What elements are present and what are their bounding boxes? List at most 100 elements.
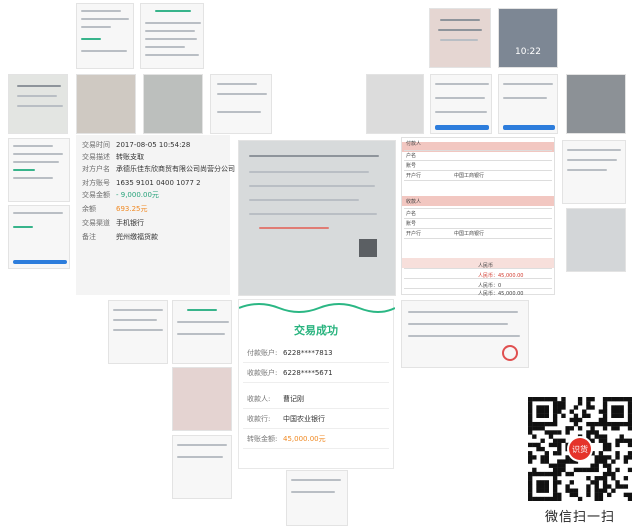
qr-module — [615, 421, 620, 427]
qr-module — [602, 426, 608, 431]
qr-module — [615, 442, 620, 448]
slip-cell: 开户行 — [406, 231, 422, 237]
qr-module — [594, 488, 599, 493]
qr-module — [528, 401, 533, 406]
qr-module — [548, 496, 554, 501]
detail-row-value: 手机银行 — [116, 219, 144, 227]
transaction-success-card: 交易成功 付款账户: 6228****7813 收款账户: 6228****5671 收… — [238, 299, 395, 469]
qr-module — [552, 409, 558, 414]
slip-cell: 户名 — [406, 153, 417, 159]
qr-module — [602, 409, 608, 414]
success-title: 交易成功 — [294, 324, 338, 337]
qr-module — [532, 496, 537, 501]
qr-module — [557, 463, 562, 468]
thumb-app-screen-1 — [76, 3, 134, 69]
qr-module — [586, 421, 591, 427]
qr-module — [565, 459, 570, 464]
qr-logo-label: 识货 — [572, 444, 588, 454]
thumb-receipt-photo-6 — [566, 74, 626, 134]
qr-module — [594, 496, 599, 501]
qr-module — [615, 413, 620, 418]
detail-row-value: 承德乐佳东欣商贸有限公司尚营分公司 — [116, 165, 235, 173]
qr-module — [590, 480, 595, 485]
detail-row-label: 交易渠道 — [82, 219, 110, 227]
qr-module — [611, 397, 616, 402]
qr-module — [540, 459, 545, 464]
qr-module — [607, 421, 612, 427]
slip-cell: 中国工商银行 — [454, 231, 485, 237]
qr-module — [536, 442, 541, 448]
qr-module — [615, 426, 620, 431]
qr-module — [528, 426, 533, 431]
qr-module — [602, 446, 608, 452]
qr-module — [536, 426, 541, 431]
qr-module — [552, 442, 558, 448]
success-row: 收款账户: 6228****5671 — [247, 368, 333, 378]
detail-row-label: 余额 — [82, 205, 96, 213]
qr-module — [615, 480, 620, 485]
detail-row-value: 兜州缴福货款 — [116, 233, 158, 241]
qr-module — [552, 438, 558, 443]
qr-module — [548, 434, 554, 439]
qr-module — [569, 409, 574, 414]
qr-module — [611, 471, 616, 477]
qr-module — [552, 488, 558, 493]
thumb-app-screen-5 — [498, 74, 558, 134]
success-row: 付款账户: 6228****7813 — [247, 348, 333, 358]
detail-row: 交易金额 - 9,000.00元 — [82, 191, 159, 200]
slip-cell: 中国工商银行 — [454, 173, 485, 179]
qr-module — [540, 438, 545, 443]
success-row-value: 6228****5671 — [283, 369, 333, 377]
qr-module — [627, 442, 632, 448]
qr-module — [532, 467, 537, 473]
slip-cell: 账号 — [406, 221, 417, 227]
detail-row-value: 转账支取 — [116, 153, 144, 161]
detail-row: 对方户名 承德乐佳东欣商贸有限公司尚营分公司 — [82, 165, 235, 174]
qr-module — [536, 496, 541, 501]
slip-cell: 人民币：45,000.00 — [478, 291, 524, 297]
qr-module — [528, 451, 533, 456]
detail-row-label: 备注 — [82, 233, 96, 241]
qr-module — [569, 492, 574, 498]
qr-module — [627, 421, 632, 427]
qr-module — [619, 409, 624, 414]
qr-module — [544, 451, 549, 456]
thumb-app-screen-3 — [210, 74, 272, 134]
qr-module — [540, 426, 545, 431]
qr-module — [557, 480, 562, 485]
qr-module — [577, 496, 583, 501]
qr-module — [548, 442, 554, 448]
thumb-app-screen-11 — [172, 435, 232, 499]
qr-module — [540, 409, 545, 414]
qr-module — [540, 488, 545, 493]
qr-module — [552, 480, 558, 485]
qr-module — [536, 484, 541, 489]
thumb-app-screen-13 — [286, 470, 348, 526]
thumb-receipt-photo-7 — [566, 208, 626, 272]
qr-module — [552, 430, 558, 435]
thumb-phone-lockscreen: 10:22 — [498, 8, 558, 68]
qr-module — [557, 442, 562, 448]
slip-cell: 人民币 — [478, 263, 494, 269]
success-row-value: 曹记刚 — [283, 395, 304, 403]
qr-module — [602, 463, 608, 468]
thumb-app-screen-6 — [8, 138, 70, 202]
thumb-app-screen-7 — [8, 205, 70, 269]
qr-module — [552, 463, 558, 468]
qr-module — [602, 442, 608, 448]
qr-module — [577, 401, 583, 406]
qr-module — [544, 471, 549, 477]
thumb-app-screen-9 — [108, 300, 168, 364]
qr-module — [528, 471, 533, 477]
success-row: 转账金额: 45,000.00元 — [247, 434, 326, 444]
qr-module — [557, 467, 562, 473]
qr-module — [602, 405, 608, 410]
qr-module — [602, 459, 608, 464]
qr-module — [557, 492, 562, 498]
success-row-label: 收款人: — [247, 395, 271, 403]
qr-module — [598, 417, 604, 423]
detail-row: 交易渠道 手机银行 — [82, 219, 144, 228]
qr-module — [590, 467, 595, 473]
qr-module — [552, 471, 558, 477]
qr-module — [561, 438, 566, 443]
